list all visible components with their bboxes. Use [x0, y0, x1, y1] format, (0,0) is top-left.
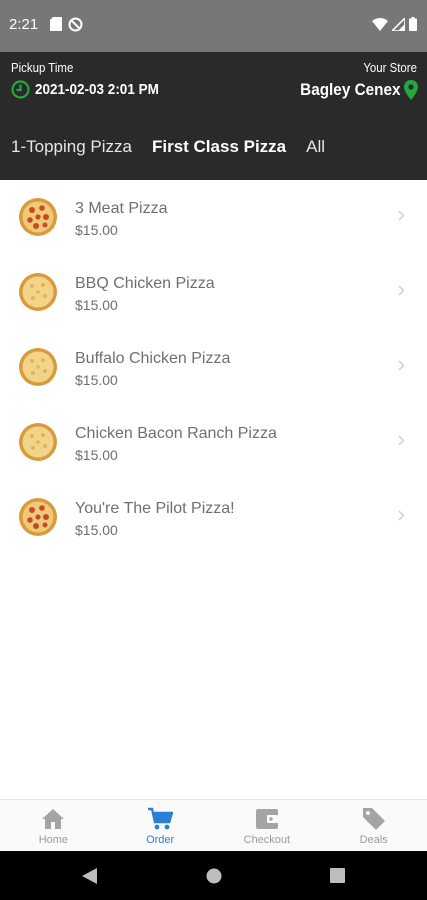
tab-1-topping-pizza[interactable]: 1-Topping Pizza	[11, 137, 132, 157]
item-price: $15.00	[75, 222, 118, 238]
chevron-right-icon	[398, 210, 405, 221]
system-nav-bar	[0, 851, 427, 900]
store-label: Your Store	[363, 60, 417, 75]
order-header: Pickup Time 2021-02-03 2:01 PM Your Stor…	[0, 52, 427, 180]
clock-icon	[11, 80, 30, 99]
wallet-icon	[255, 809, 278, 829]
chevron-right-icon	[398, 435, 405, 446]
wifi-icon	[372, 17, 388, 31]
status-bar: 2:21	[0, 0, 427, 52]
status-time: 2:21	[9, 16, 39, 33]
chevron-right-icon	[398, 360, 405, 371]
store-name: Bagley Cenex	[299, 80, 400, 99]
list-item[interactable]: Chicken Bacon Ranch Pizza $15.00	[0, 405, 427, 480]
cheese-pizza-icon	[19, 348, 57, 386]
home-circle-icon[interactable]	[206, 868, 222, 884]
item-price: $15.00	[75, 297, 118, 313]
signal-icon	[392, 17, 405, 31]
item-name: 3 Meat Pizza	[75, 200, 168, 217]
item-name: Chicken Bacon Ranch Pizza	[75, 425, 277, 442]
nav-checkout-label: Checkout	[243, 834, 291, 846]
item-name: You're The Pilot Pizza!	[75, 500, 235, 517]
item-price: $15.00	[75, 372, 118, 388]
list-item[interactable]: Buffalo Chicken Pizza $15.00	[0, 330, 427, 405]
pickup-time-label: Pickup Time	[11, 60, 74, 75]
sync-off-icon	[68, 17, 83, 32]
chevron-right-icon	[398, 285, 405, 296]
cheese-pizza-icon	[19, 273, 57, 311]
list-item[interactable]: BBQ Chicken Pizza $15.00	[0, 255, 427, 330]
nav-home[interactable]: Home	[0, 800, 107, 851]
nav-order-label: Order	[146, 834, 175, 846]
store-selector[interactable]: Bagley Cenex	[289, 80, 418, 100]
nav-order[interactable]: Order	[107, 800, 214, 851]
pepperoni-pizza-icon	[19, 198, 57, 236]
sd-card-icon	[50, 17, 62, 31]
tab-first-class-pizza[interactable]: First Class Pizza	[152, 137, 286, 157]
status-notification-icons	[50, 17, 83, 32]
pepperoni-pizza-icon	[19, 498, 57, 536]
home-icon	[42, 809, 65, 829]
cheese-pizza-icon	[19, 423, 57, 461]
nav-home-label: Home	[38, 834, 69, 846]
recents-icon[interactable]	[330, 868, 345, 883]
status-system-icons	[372, 17, 417, 31]
item-name: BBQ Chicken Pizza	[75, 275, 215, 292]
battery-icon	[409, 17, 417, 31]
location-pin-icon	[404, 80, 418, 100]
tags-icon	[362, 808, 385, 830]
item-price: $15.00	[75, 447, 118, 463]
item-name: Buffalo Chicken Pizza	[75, 350, 231, 367]
pickup-time-selector[interactable]: 2021-02-03 2:01 PM	[11, 80, 173, 99]
item-price: $15.00	[75, 522, 118, 538]
pizza-list: 3 Meat Pizza $15.00 BBQ Chicken Pizza $1…	[0, 180, 427, 555]
nav-deals-label: Deals	[359, 834, 388, 846]
category-tabs: 1-Topping Pizza First Class Pizza All	[11, 137, 325, 157]
cart-icon	[148, 807, 174, 830]
chevron-right-icon	[398, 510, 405, 521]
pickup-time-value: 2021-02-03 2:01 PM	[35, 81, 159, 98]
back-icon[interactable]	[82, 868, 97, 884]
bottom-nav: Home Order Checkout Deals	[0, 799, 427, 851]
tab-all[interactable]: All	[306, 137, 325, 157]
nav-deals[interactable]: Deals	[320, 800, 427, 851]
nav-checkout[interactable]: Checkout	[214, 800, 321, 851]
list-item[interactable]: 3 Meat Pizza $15.00	[0, 180, 427, 255]
list-item[interactable]: You're The Pilot Pizza! $15.00	[0, 480, 427, 555]
